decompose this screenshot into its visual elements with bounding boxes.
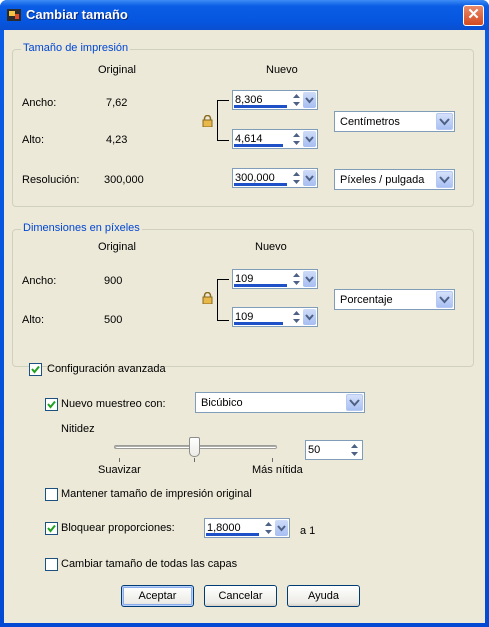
resolution-stepper[interactable]: 300,000 bbox=[232, 168, 318, 188]
lock-ratio-checkbox[interactable] bbox=[45, 522, 58, 535]
resample-label[interactable]: Nuevo muestreo con: bbox=[61, 398, 166, 410]
sharpness-min-label: Suavizar bbox=[98, 464, 141, 476]
print-height-bar bbox=[234, 144, 283, 147]
ok-button[interactable]: Aceptar bbox=[121, 585, 194, 607]
sharpness-slider-thumb[interactable] bbox=[189, 437, 200, 457]
print-units-select[interactable]: Centímetros bbox=[334, 111, 455, 132]
help-button[interactable]: Ayuda bbox=[287, 585, 360, 607]
pixel-original-header: Original bbox=[98, 241, 136, 253]
chevron-down-icon[interactable] bbox=[346, 394, 363, 411]
spin-arrows-icon[interactable] bbox=[291, 271, 302, 287]
checkmark-icon bbox=[31, 365, 40, 374]
resample-method-value: Bicúbico bbox=[201, 397, 243, 409]
title-bar[interactable]: Cambiar tamaño ✕ bbox=[0, 0, 489, 30]
checkmark-icon bbox=[47, 400, 56, 409]
print-units-value: Centímetros bbox=[340, 116, 400, 128]
pixel-width-stepper[interactable]: 109 bbox=[232, 269, 318, 289]
resolution-bar bbox=[234, 183, 287, 186]
chevron-down-icon[interactable] bbox=[303, 131, 316, 147]
slider-tick bbox=[119, 458, 120, 462]
print-height-stepper[interactable]: 4,614 bbox=[232, 129, 318, 149]
lock-icon[interactable] bbox=[202, 291, 213, 307]
pixel-height-original: 500 bbox=[104, 314, 123, 326]
spin-arrows-icon[interactable] bbox=[291, 131, 302, 147]
print-width-stepper[interactable]: 8,306 bbox=[232, 90, 318, 110]
pixel-lock-bracket bbox=[217, 279, 229, 321]
slider-tick bbox=[272, 458, 273, 462]
sharpness-label: Nitidez bbox=[61, 423, 95, 435]
print-new-header: Nuevo bbox=[266, 64, 298, 76]
spin-arrows-icon[interactable] bbox=[349, 442, 360, 458]
print-size-legend: Tamaño de impresión bbox=[21, 42, 131, 54]
spin-arrows-icon[interactable] bbox=[291, 309, 302, 325]
close-button[interactable]: ✕ bbox=[463, 5, 484, 26]
app-icon bbox=[6, 7, 22, 23]
resize-all-layers-label[interactable]: Cambiar tamaño de todas las capas bbox=[61, 558, 237, 570]
pixel-height-label: Alto: bbox=[22, 314, 45, 326]
print-height-original: 4,23 bbox=[106, 134, 128, 146]
pixel-width-original: 900 bbox=[104, 275, 123, 287]
pixel-new-header: Nuevo bbox=[255, 241, 287, 253]
dialog-client: Tamaño de impresión Original Nuevo Ancho… bbox=[4, 30, 485, 623]
print-width-label: Ancho: bbox=[22, 97, 57, 109]
keep-print-size-checkbox[interactable] bbox=[45, 488, 58, 501]
resolution-units-value: Píxeles / pulgada bbox=[340, 174, 425, 186]
print-width-original: 7,62 bbox=[106, 97, 128, 109]
pixel-height-stepper[interactable]: 109 bbox=[232, 307, 318, 327]
dialog-window: Cambiar tamaño ✕ Tamaño de impresión Ori… bbox=[0, 0, 489, 627]
spin-arrows-icon[interactable] bbox=[291, 170, 302, 186]
window-title: Cambiar tamaño bbox=[26, 7, 128, 22]
slider-tick bbox=[194, 458, 195, 462]
chevron-down-icon[interactable] bbox=[436, 291, 453, 308]
resize-all-layers-checkbox[interactable] bbox=[45, 558, 58, 571]
lock-ratio-stepper[interactable]: 1,8000 bbox=[204, 518, 290, 538]
resample-method-select[interactable]: Bicúbico bbox=[195, 392, 365, 413]
print-height-label: Alto: bbox=[22, 134, 45, 146]
chevron-down-icon[interactable] bbox=[436, 113, 453, 130]
sharpness-value: 50 bbox=[308, 444, 321, 456]
keep-print-size-label[interactable]: Mantener tamaño de impresión original bbox=[61, 488, 252, 500]
chevron-down-icon[interactable] bbox=[275, 520, 288, 536]
resample-checkbox[interactable] bbox=[45, 398, 58, 411]
spin-arrows-icon[interactable] bbox=[291, 92, 302, 108]
close-icon: ✕ bbox=[467, 6, 480, 23]
checkmark-icon bbox=[47, 524, 56, 533]
pixel-units-value: Porcentaje bbox=[340, 294, 393, 306]
print-width-bar bbox=[234, 105, 287, 108]
lock-ratio-label[interactable]: Bloquear proporciones: bbox=[61, 522, 175, 534]
resolution-original: 300,000 bbox=[104, 174, 144, 186]
lock-ratio-bar bbox=[206, 533, 259, 536]
print-lock-bracket bbox=[217, 100, 229, 141]
pixel-width-label: Ancho: bbox=[22, 275, 57, 287]
cancel-button[interactable]: Cancelar bbox=[204, 585, 277, 607]
sharpness-stepper[interactable]: 50 bbox=[305, 440, 363, 460]
sharpness-max-label: Más nítida bbox=[252, 464, 303, 476]
pixel-width-bar bbox=[234, 284, 287, 287]
pixel-height-bar bbox=[234, 322, 283, 325]
chevron-down-icon[interactable] bbox=[303, 170, 316, 186]
advanced-label[interactable]: Configuración avanzada bbox=[47, 363, 166, 375]
lock-ratio-suffix: a 1 bbox=[300, 525, 316, 537]
advanced-checkbox[interactable] bbox=[29, 363, 42, 376]
lock-icon[interactable] bbox=[202, 114, 213, 130]
spin-arrows-icon[interactable] bbox=[263, 520, 274, 536]
resolution-label: Resolución: bbox=[22, 174, 80, 186]
chevron-down-icon[interactable] bbox=[436, 171, 453, 188]
chevron-down-icon[interactable] bbox=[303, 92, 316, 108]
print-original-header: Original bbox=[98, 64, 136, 76]
pixel-dims-legend: Dimensiones en píxeles bbox=[21, 222, 142, 234]
pixel-units-select[interactable]: Porcentaje bbox=[334, 289, 455, 310]
resolution-units-select[interactable]: Píxeles / pulgada bbox=[334, 169, 455, 190]
chevron-down-icon[interactable] bbox=[303, 309, 316, 325]
chevron-down-icon[interactable] bbox=[303, 271, 316, 287]
